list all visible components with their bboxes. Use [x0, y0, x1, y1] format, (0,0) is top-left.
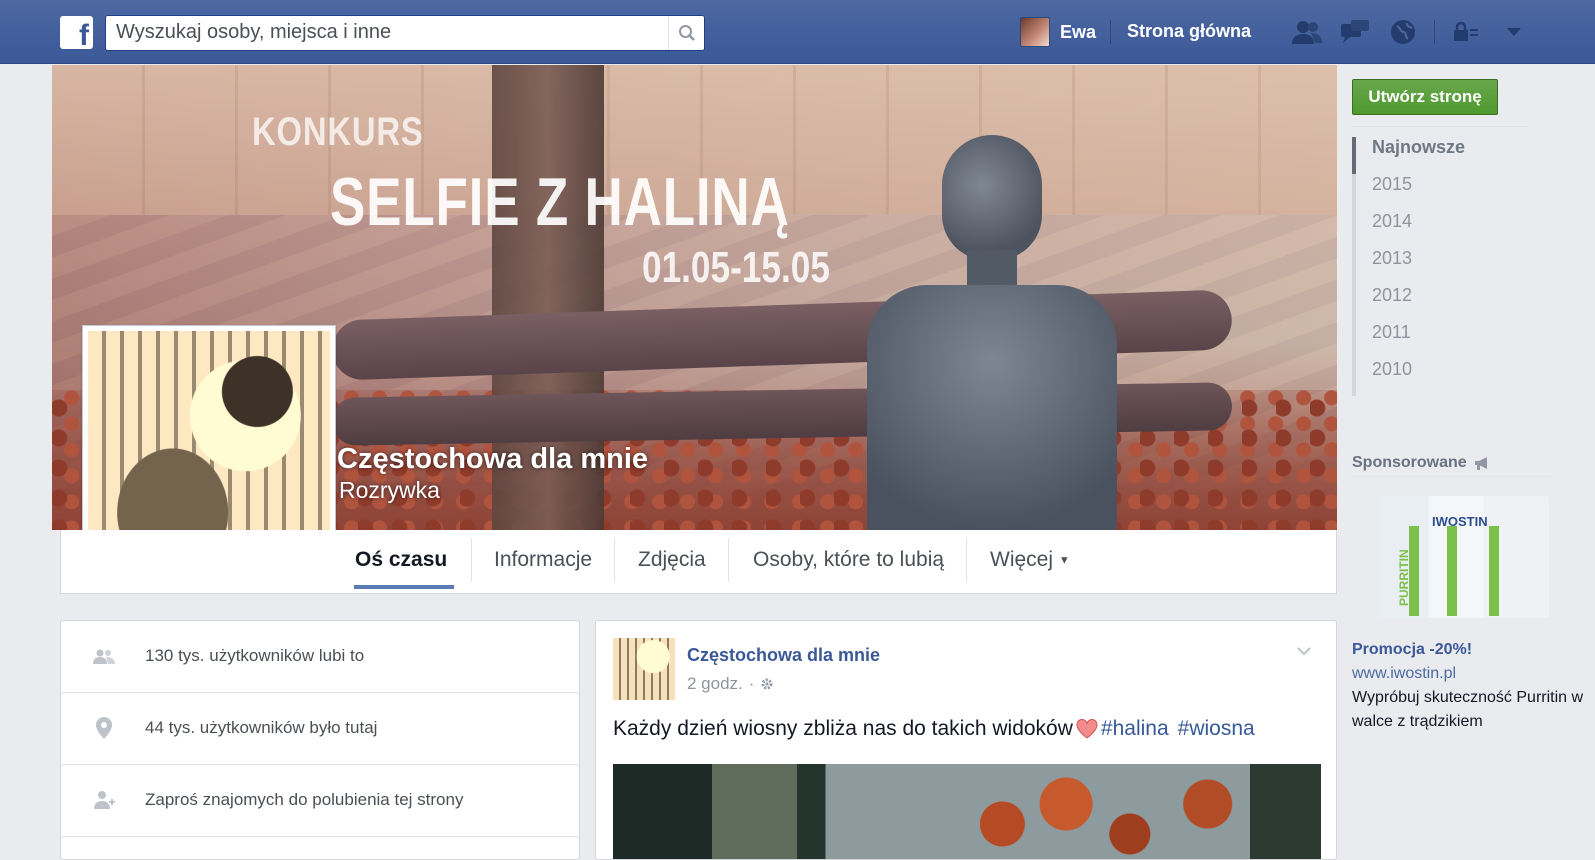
- facebook-logo-icon[interactable]: f: [60, 16, 93, 52]
- page-tabs: Oś czasu Informacje Zdjęcia Osoby, które…: [60, 530, 1337, 594]
- cover-statue: [867, 135, 1117, 530]
- tab-more-label: Więcej: [990, 548, 1054, 571]
- statue-body: [867, 285, 1117, 530]
- home-link[interactable]: Strona główna: [1127, 21, 1251, 42]
- post-options-button[interactable]: [1296, 643, 1312, 661]
- search-icon: [678, 25, 695, 41]
- cover-kicker-text: KONKURS: [252, 110, 424, 154]
- privacy-lock-icon: [1454, 21, 1478, 41]
- timeline-year-nav: Najnowsze 2015 2014 2013 2012 2011 2010: [1352, 137, 1528, 396]
- gear-icon[interactable]: [760, 677, 774, 691]
- location-pin-icon: [93, 717, 115, 739]
- ad-product-stripe: [1447, 526, 1457, 616]
- post-body: Każdy dzień wiosny zbliża nas do takich …: [613, 717, 1255, 741]
- hashtag-link[interactable]: #halina: [1101, 717, 1169, 741]
- caret-down-icon: ▼: [1058, 554, 1070, 567]
- nav-divider: [1110, 20, 1111, 44]
- tab-about[interactable]: Informacje: [494, 548, 592, 572]
- tab-photos[interactable]: Zdjęcia: [638, 548, 706, 572]
- user-avatar: [1020, 17, 1050, 47]
- cover-dates-text: 01.05-15.05: [642, 243, 830, 292]
- tab-timeline[interactable]: Oś czasu: [355, 548, 447, 572]
- account-menu-button[interactable]: [1497, 17, 1531, 47]
- invite-row[interactable]: Zaproś znajomych do polubienia tej stron…: [61, 765, 579, 837]
- friend-requests-button[interactable]: [1290, 17, 1324, 47]
- sponsored-label: Sponsorowane: [1352, 454, 1467, 471]
- ad-url[interactable]: www.iwostin.pl: [1352, 665, 1456, 683]
- year-item-2010[interactable]: 2010: [1352, 359, 1528, 396]
- post-author-name[interactable]: Częstochowa dla mnie: [687, 645, 880, 666]
- ad-product-text: PURRITIN: [1397, 549, 1411, 606]
- people-icon: [93, 645, 115, 667]
- messages-button[interactable]: [1338, 17, 1372, 47]
- ad-product-stripe: [1489, 526, 1499, 616]
- year-item-2012[interactable]: 2012: [1352, 285, 1528, 322]
- notifications-button[interactable]: [1386, 17, 1420, 47]
- notifications-globe-icon: [1391, 20, 1415, 44]
- sponsored-header: Sponsorowane: [1352, 454, 1491, 472]
- ad-image[interactable]: IWOSTIN PURRITIN: [1377, 496, 1549, 618]
- user-name: Ewa: [1060, 21, 1097, 42]
- megaphone-icon[interactable]: [1473, 456, 1491, 470]
- post-photo[interactable]: [613, 764, 1321, 859]
- year-item-2015[interactable]: 2015: [1352, 174, 1528, 211]
- page-info-card: 130 tys. użytkowników lubi to 44 tys. uż…: [60, 620, 580, 860]
- create-page-button[interactable]: Utwórz stronę: [1352, 79, 1498, 115]
- tab-divider: [471, 538, 472, 582]
- post-meta: 2 godz. ·: [687, 674, 774, 694]
- tab-more[interactable]: Więcej ▼: [990, 548, 1070, 572]
- search-input[interactable]: [106, 16, 656, 48]
- tab-divider: [728, 538, 729, 582]
- chevron-down-icon: [1507, 28, 1521, 36]
- ad-brand-text: IWOSTIN: [1432, 514, 1488, 529]
- post-message: Każdy dzień wiosny zbliża nas do takich …: [613, 717, 1073, 740]
- friend-requests-icon: [1292, 21, 1322, 44]
- checkins-count-text: 44 tys. użytkowników było tutaj: [145, 718, 378, 737]
- chevron-down-icon: [1297, 647, 1311, 656]
- post-author-avatar[interactable]: [613, 638, 675, 700]
- tab-likes[interactable]: Osoby, które to lubią: [753, 548, 944, 572]
- top-navigation-bar: f Ewa Strona główna: [0, 0, 1595, 64]
- privacy-shortcuts-button[interactable]: [1449, 17, 1483, 47]
- year-item-2011[interactable]: 2011: [1352, 322, 1528, 359]
- active-tab-indicator: [354, 585, 454, 589]
- nav-divider: [1434, 20, 1435, 44]
- messages-icon: [1341, 20, 1369, 43]
- nav-icon-group: [1290, 17, 1531, 47]
- likes-row[interactable]: 130 tys. użytkowników lubi to: [61, 621, 579, 693]
- ad-description: Wypróbuj skuteczność Purritin w walce z …: [1352, 689, 1584, 730]
- page-title[interactable]: Częstochowa dla mnie: [337, 443, 648, 476]
- checkins-row[interactable]: 44 tys. użytkowników było tutaj: [61, 693, 579, 765]
- add-friend-icon: [93, 789, 115, 811]
- invite-friends-text: Zaproś znajomych do polubienia tej stron…: [145, 790, 464, 809]
- search-box: [105, 15, 705, 51]
- year-item-recent[interactable]: Najnowsze: [1352, 137, 1528, 174]
- ad-title[interactable]: Promocja -20%!: [1352, 641, 1472, 659]
- divider: [1352, 476, 1552, 477]
- divider: [1352, 126, 1528, 127]
- hashtag-link[interactable]: #wiosna: [1178, 717, 1255, 741]
- page-category[interactable]: Rozrywka: [339, 477, 440, 504]
- tab-divider: [966, 538, 967, 582]
- statue-head: [942, 135, 1042, 260]
- cover-title-text: SELFIE Z HALINĄ: [330, 164, 790, 240]
- likes-count-text: 130 tys. użytkowników lubi to: [145, 646, 365, 665]
- meta-separator: ·: [748, 674, 755, 693]
- heart-emoji-icon: [1076, 719, 1098, 739]
- timeline-post: Częstochowa dla mnie 2 godz. · Każdy dzi…: [595, 620, 1337, 860]
- tab-divider: [614, 538, 615, 582]
- logo-letter: f: [79, 19, 89, 52]
- search-button[interactable]: [668, 16, 704, 50]
- post-timestamp[interactable]: 2 godz.: [687, 674, 743, 694]
- year-item-2013[interactable]: 2013: [1352, 248, 1528, 285]
- profile-link[interactable]: Ewa: [1020, 17, 1096, 47]
- year-item-2014[interactable]: 2014: [1352, 211, 1528, 248]
